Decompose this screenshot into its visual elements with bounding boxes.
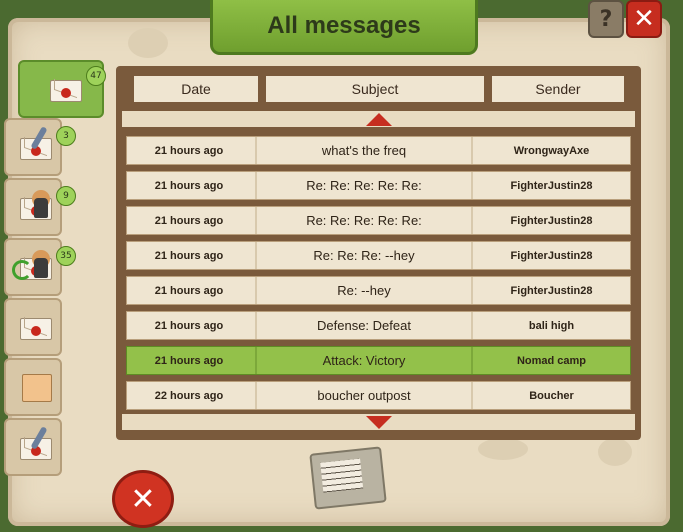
sender-cell: Nomad camp [516, 354, 587, 367]
table-row[interactable]: 21 hours ago Defense: Defeat bali high [126, 311, 631, 340]
count-badge: 47 [86, 66, 106, 86]
return-envelope-icon [12, 250, 52, 280]
tab-archive[interactable] [4, 358, 62, 416]
delete-button[interactable]: ✕ [112, 470, 174, 528]
date-cell: 21 hours ago [154, 179, 224, 192]
tab-reports[interactable]: 3 [4, 118, 76, 176]
date-cell: 21 hours ago [154, 319, 224, 332]
tab-inbox[interactable]: 47 [18, 60, 106, 118]
scroll-up-bar [122, 111, 635, 127]
close-icon: ✕ [633, 4, 655, 34]
sender-cell: FighterJustin28 [510, 249, 593, 262]
date-cell: 21 hours ago [154, 284, 224, 297]
quill-envelope-icon [20, 126, 52, 160]
table-row[interactable]: 21 hours ago what's the freq WrongwayAxe [126, 136, 631, 165]
close-button[interactable]: ✕ [626, 0, 662, 38]
date-cell: 21 hours ago [154, 354, 224, 367]
subject-cell: Attack: Victory [255, 347, 473, 374]
delete-icon: ✕ [130, 481, 156, 517]
date-cell: 21 hours ago [154, 249, 224, 262]
scroll-down-bar [122, 414, 635, 430]
subject-cell: what's the freq [255, 137, 473, 164]
column-header-sender[interactable]: Sender [492, 76, 624, 102]
subject-cell: boucher outpost [255, 382, 473, 409]
title-banner: All messages [210, 0, 478, 55]
sender-cell: FighterJustin28 [510, 214, 593, 227]
folder-icon [20, 374, 52, 402]
scroll-up-icon[interactable] [365, 112, 392, 126]
sender-cell: WrongwayAxe [513, 144, 590, 157]
subject-cell: Re: --hey [255, 277, 473, 304]
sender-cell: FighterJustin28 [510, 179, 593, 192]
knight-envelope-icon [20, 190, 52, 220]
sender-cell: FighterJustin28 [510, 284, 593, 297]
table-row[interactable]: 22 hours ago boucher outpost Boucher [126, 381, 631, 410]
subject-cell: Re: Re: Re: Re: Re: [255, 207, 473, 234]
subject-cell: Re: Re: Re: Re: Re: [255, 172, 473, 199]
compose-button[interactable] [309, 446, 387, 510]
decor-spot [128, 28, 168, 58]
sender-cell: Boucher [529, 389, 574, 402]
quill-letter-icon [20, 426, 52, 460]
message-table: Date Subject Sender 21 hours ago what's t… [116, 66, 641, 440]
tab-drafts[interactable] [4, 418, 62, 476]
table-row[interactable]: 21 hours ago Re: --hey FighterJustin28 [126, 276, 631, 305]
table-row[interactable]: 21 hours ago Re: Re: Re: --hey FighterJust… [126, 241, 631, 270]
table-header: Date Subject Sender [126, 76, 631, 102]
column-header-subject[interactable]: Subject [266, 76, 484, 102]
date-cell: 21 hours ago [154, 214, 224, 227]
date-cell: 22 hours ago [154, 389, 224, 402]
count-badge: 3 [56, 126, 76, 146]
scroll-down-icon[interactable] [365, 415, 392, 429]
sent-envelope-icon [20, 314, 52, 340]
count-badge: 35 [56, 246, 76, 266]
count-badge: 9 [56, 186, 76, 206]
page-title: All messages [267, 12, 421, 39]
table-row[interactable]: 21 hours ago Attack: Victory Nomad camp [126, 346, 631, 375]
tab-returns[interactable]: 35 [4, 238, 76, 296]
subject-cell: Defense: Defeat [255, 312, 473, 339]
decor-spot [598, 438, 632, 466]
tab-battles[interactable]: 9 [4, 178, 76, 236]
date-cell: 21 hours ago [154, 144, 224, 157]
tab-sent[interactable] [4, 298, 62, 356]
column-header-date[interactable]: Date [134, 76, 258, 102]
sender-cell: bali high [528, 319, 575, 332]
decor-spot [478, 438, 528, 460]
question-icon: ? [599, 6, 613, 32]
game-frame: All messages ? ✕ 47 3 9 35 Date Subject … [0, 0, 683, 532]
table-row[interactable]: 21 hours ago Re: Re: Re: Re: Re: FighterJu… [126, 171, 631, 200]
help-button[interactable]: ? [588, 0, 624, 38]
subject-cell: Re: Re: Re: --hey [255, 242, 473, 269]
table-row[interactable]: 21 hours ago Re: Re: Re: Re: Re: FighterJu… [126, 206, 631, 235]
envelope-icon [50, 76, 82, 102]
